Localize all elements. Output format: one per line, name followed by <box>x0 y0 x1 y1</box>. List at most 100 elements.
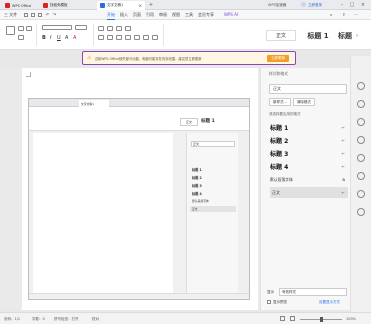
style-label: 标题 3 <box>270 151 289 158</box>
paste-icon[interactable] <box>6 26 15 35</box>
print-icon[interactable] <box>38 13 42 17</box>
menu-view[interactable]: 视图 <box>172 12 180 18</box>
menu-insert[interactable]: 插入 <box>120 12 128 18</box>
export-icon[interactable] <box>31 13 35 17</box>
menu-home[interactable]: 开始 <box>107 12 115 20</box>
history-icon[interactable] <box>357 154 365 162</box>
border-icon[interactable] <box>152 35 158 40</box>
new-style-button[interactable]: 新样式... <box>269 98 291 106</box>
login-link[interactable]: 立即登录 <box>308 3 322 8</box>
minimize-icon[interactable]: – <box>339 2 345 8</box>
style-heading[interactable]: 标题 <box>337 30 353 41</box>
undo-icon[interactable]: ↶ <box>46 12 49 17</box>
help-icon[interactable] <box>357 208 365 216</box>
align-left-icon[interactable] <box>98 35 104 40</box>
style-label: 标题 1 <box>307 31 329 40</box>
menu-page[interactable]: 页面 <box>133 12 141 18</box>
template-icon <box>43 3 48 8</box>
align-center-icon[interactable] <box>107 35 113 40</box>
justify-icon[interactable] <box>125 35 131 40</box>
preview-checkbox[interactable] <box>267 300 271 304</box>
styles-pane: 样式和格式 正文 新样式... 清除格式 请选择要应用的格式 标题 1 ↵ 标题… <box>260 68 350 310</box>
search-icon[interactable]: ⌕ <box>330 12 332 17</box>
page-number[interactable]: 页码：1/1 <box>4 317 20 322</box>
save-icon[interactable] <box>24 13 28 17</box>
indent-icon[interactable] <box>116 26 122 31</box>
menu-bar: 三 文件 ↶ ↷ 开始 插入 页面 引用 审阅 视图 工具 会员专享 WPS A… <box>0 10 371 20</box>
shape-icon[interactable] <box>357 118 365 126</box>
style-heading-1[interactable]: 标题 1 <box>299 30 337 41</box>
web-view-icon[interactable] <box>290 316 295 321</box>
redo-icon[interactable]: ↷ <box>53 12 56 17</box>
bold-icon[interactable]: B <box>42 35 46 41</box>
zoom-level[interactable]: 100% <box>346 317 356 321</box>
line-spacing-icon[interactable] <box>134 35 140 40</box>
file-menu[interactable]: 三 文件 <box>4 12 17 18</box>
inner-list-default-font: 默认段落字体 <box>192 199 209 203</box>
underline-icon[interactable]: U <box>57 35 61 41</box>
strikethrough-icon[interactable]: A <box>65 35 68 41</box>
menu-reference[interactable]: 引用 <box>146 12 154 18</box>
font-size-select[interactable] <box>75 25 87 30</box>
show-select[interactable]: 有效样式 <box>279 288 347 296</box>
tab-document[interactable]: 文字文稿1 × <box>97 1 145 10</box>
update-now-button[interactable]: 立即更新 <box>267 54 289 62</box>
style-item-heading-4[interactable]: 标题 4 ↵ <box>270 161 348 172</box>
tab-wps-office[interactable]: WPS Office <box>2 1 38 10</box>
style-item-heading-1[interactable]: 标题 1 ↵ <box>270 122 348 133</box>
close-icon[interactable]: × <box>139 3 142 8</box>
bullet-list-icon[interactable] <box>98 26 104 31</box>
align-right-icon[interactable] <box>116 35 122 40</box>
cut-icon[interactable] <box>18 26 24 31</box>
more-icon[interactable]: ⋯ <box>354 12 358 17</box>
style-normal[interactable]: 正文 <box>266 30 296 41</box>
avatar[interactable] <box>301 2 306 7</box>
select-icon[interactable] <box>357 100 365 108</box>
font-color-icon[interactable]: A <box>73 35 76 41</box>
maximize-icon[interactable]: □ <box>349 2 355 8</box>
share-panel-icon[interactable] <box>357 190 365 198</box>
view-mode-icon[interactable] <box>280 316 285 321</box>
style-label: 标题 <box>338 31 352 40</box>
font-name-select[interactable] <box>42 25 72 30</box>
chevron-right-icon[interactable]: › <box>356 33 358 39</box>
style-item-normal[interactable]: 正文 ↵ <box>270 187 348 198</box>
style-label: 正文 <box>275 33 286 39</box>
clear-format-button[interactable]: 清除格式 <box>293 98 315 106</box>
style-item-heading-3[interactable]: 标题 3 ↵ <box>270 148 348 159</box>
shading-icon[interactable] <box>143 35 149 40</box>
word-count[interactable]: 字数：0 <box>32 317 45 322</box>
current-style-field[interactable]: 正文 <box>269 84 347 94</box>
ribbon-toolbar: B I U A A 正文 标题 1 标题 › <box>0 20 371 50</box>
inner-tab: 文字文稿1 <box>79 100 109 107</box>
spell-check[interactable]: 拼写检查：打开 <box>54 317 79 322</box>
share-icon[interactable]: ⇪ <box>342 12 345 17</box>
accelerator-badge[interactable]: WPS加速器 <box>268 3 286 8</box>
display-mode-link[interactable]: 设置显示方式 <box>319 300 340 305</box>
style-label: 标题 2 <box>270 138 289 145</box>
menu-vip[interactable]: 会员专享 <box>198 12 214 18</box>
menu-wps-ai[interactable]: WPS AI <box>224 12 238 17</box>
page-corner-mark <box>26 72 31 77</box>
copy-icon[interactable] <box>18 35 24 40</box>
style-item-heading-2[interactable]: 标题 2 ↵ <box>270 135 348 146</box>
menu-review[interactable]: 审阅 <box>159 12 167 18</box>
section-title: 请选择要应用的格式 <box>269 112 301 116</box>
inner-list-normal: 正文 <box>192 207 198 211</box>
divider <box>93 24 94 46</box>
translate-icon[interactable] <box>357 172 365 180</box>
add-tab-icon[interactable]: + <box>148 2 154 8</box>
style-icon[interactable] <box>357 82 365 90</box>
italic-icon[interactable]: I <box>50 35 51 41</box>
wps-logo-icon <box>5 3 10 8</box>
number-list-icon[interactable] <box>107 26 113 31</box>
close-window-icon[interactable]: × <box>360 2 366 8</box>
style-item-default-font[interactable]: 默认段落字体 a <box>270 174 348 185</box>
property-icon[interactable] <box>357 136 365 144</box>
outdent-icon[interactable] <box>125 26 131 31</box>
proofread[interactable]: 校对 <box>92 317 99 322</box>
zoom-handle[interactable] <box>320 316 323 322</box>
format-painter-icon[interactable] <box>26 26 32 31</box>
menu-tools[interactable]: 工具 <box>185 12 193 18</box>
tab-template[interactable]: 找稻壳模板 <box>40 1 76 10</box>
